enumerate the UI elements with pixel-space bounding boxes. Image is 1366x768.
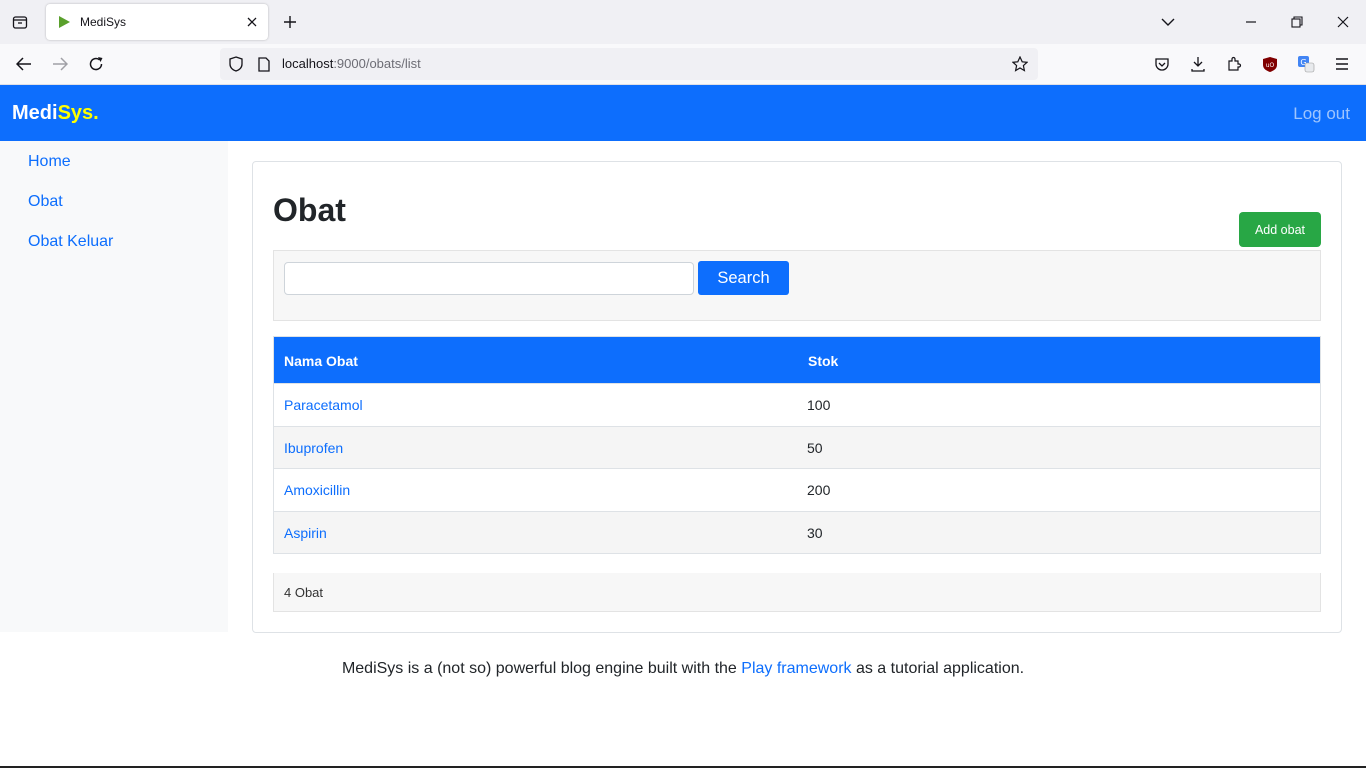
table-row: Amoxicillin 200 [274, 468, 1320, 511]
brand-main: Medi [12, 102, 58, 124]
obat-name-link[interactable]: Ibuprofen [284, 440, 343, 456]
brand-logo[interactable]: MediSys. [12, 102, 99, 125]
download-icon[interactable] [1186, 52, 1210, 76]
obat-stok: 200 [807, 482, 831, 498]
tab-title: MediSys [80, 15, 127, 29]
search-panel: Search [273, 250, 1321, 321]
restore-icon[interactable] [1283, 8, 1311, 36]
minimize-icon[interactable] [1237, 8, 1265, 36]
brand-accent: Sys. [57, 102, 99, 124]
sidebar: Home Obat Obat Keluar [0, 141, 228, 632]
url-path: :9000/obats/list [333, 56, 421, 71]
close-tab-icon[interactable] [240, 10, 264, 34]
obat-name-link[interactable]: Amoxicillin [284, 482, 350, 498]
play-favicon-icon [56, 14, 72, 30]
url-bar[interactable]: localhost:9000/obats/list [220, 48, 1038, 80]
browser-tab[interactable]: MediSys [46, 4, 268, 40]
table-row: Aspirin 30 [274, 510, 1320, 553]
footer-text-after: as a tutorial application. [851, 660, 1025, 677]
close-window-icon[interactable] [1329, 8, 1357, 36]
bookmark-star-icon[interactable] [1008, 52, 1032, 76]
ublock-origin-icon[interactable]: uO [1258, 52, 1282, 76]
play-framework-link[interactable]: Play framework [741, 660, 851, 677]
tab-list-icon[interactable] [8, 10, 32, 34]
obat-stok: 30 [807, 524, 823, 541]
obat-stok: 100 [807, 397, 831, 413]
sidebar-item-home[interactable]: Home [28, 153, 71, 171]
obat-count: 4 Obat [284, 585, 324, 600]
logout-link[interactable]: Log out [1293, 104, 1350, 124]
obat-name-link[interactable]: Paracetamol [284, 397, 363, 413]
forward-arrow-icon[interactable] [46, 50, 74, 78]
svg-text:uO: uO [1266, 62, 1275, 69]
obat-table: Nama Obat Stok Paracetamol 100 Ibuprofen… [273, 336, 1321, 554]
browser-tab-bar: MediSys [0, 0, 1366, 44]
search-input[interactable] [284, 262, 694, 295]
footer: MediSys is a (not so) powerful blog engi… [0, 660, 1366, 678]
obat-name-link[interactable]: Aspirin [284, 525, 327, 541]
table-row: Paracetamol 100 [274, 383, 1320, 426]
pocket-icon[interactable] [1150, 52, 1174, 76]
sidebar-item-obat[interactable]: Obat [28, 193, 63, 211]
back-arrow-icon[interactable] [10, 50, 38, 78]
url-host: localhost [282, 56, 334, 71]
page-icon[interactable] [254, 54, 274, 74]
obat-stok: 50 [807, 439, 823, 456]
search-button[interactable]: Search [698, 261, 789, 295]
url-text[interactable]: localhost:9000/obats/list [282, 56, 421, 71]
tab-overflow-chevron-icon[interactable] [1154, 8, 1182, 36]
shield-icon[interactable] [226, 54, 246, 74]
add-obat-button[interactable]: Add obat [1239, 212, 1321, 247]
page-title: Obat [273, 192, 346, 228]
translate-icon[interactable]: G [1294, 52, 1318, 76]
sidebar-item-obat-keluar[interactable]: Obat Keluar [28, 233, 113, 251]
column-header-nama-obat: Nama Obat [284, 353, 358, 369]
reload-icon[interactable] [82, 50, 110, 78]
column-header-stok: Stok [808, 353, 839, 369]
hamburger-menu-icon[interactable] [1330, 52, 1354, 76]
app-header: MediSys. Log out [0, 85, 1366, 141]
extensions-icon[interactable] [1222, 52, 1246, 76]
table-row: Ibuprofen 50 [274, 425, 1320, 468]
table-summary: 4 Obat [273, 573, 1321, 612]
table-header: Nama Obat Stok [274, 337, 1320, 383]
content-card: Obat Add obat Search Nama Obat Stok Para… [252, 161, 1342, 633]
footer-text-before: MediSys is a (not so) powerful blog engi… [341, 660, 742, 677]
new-tab-icon[interactable] [278, 10, 302, 34]
browser-nav-bar: localhost:9000/obats/list uO G [0, 44, 1366, 85]
